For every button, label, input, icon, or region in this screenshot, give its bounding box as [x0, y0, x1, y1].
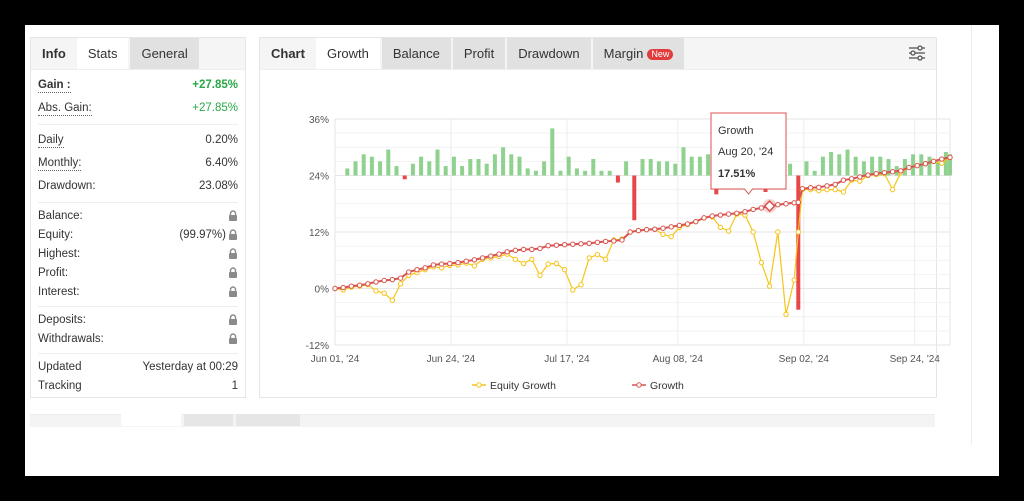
divider [38, 202, 238, 203]
bottom-tab[interactable] [121, 414, 181, 426]
daily-label: Daily [38, 134, 64, 148]
monthly-label: Monthly: [38, 157, 82, 171]
deposits-label: Deposits: [38, 314, 86, 326]
stats-panel: Info Stats General Gain : +27.85% Abs. G… [30, 37, 246, 398]
sliders-icon[interactable] [908, 45, 926, 61]
tab-balance[interactable]: Balance [381, 38, 451, 69]
monthly-value: 6.40% [205, 157, 238, 169]
highest-label: Highest: [38, 248, 81, 260]
lock-icon [226, 245, 238, 264]
tab-margin-label: Margin [603, 46, 644, 61]
divider [38, 124, 238, 125]
drawdown-value: 23.08% [198, 180, 238, 192]
updated-value: Yesterday at 00:29 [142, 361, 238, 373]
gain-value: +27.85% [192, 79, 238, 91]
bottom-tab[interactable] [184, 414, 233, 426]
drawdown-label: Drawdown: [38, 180, 96, 192]
drawdown-row: Drawdown: 23.08% [38, 175, 238, 198]
updated-label: Updated [38, 361, 82, 373]
abs-gain-value: +27.85% [192, 102, 238, 114]
withdrawals-row: Withdrawals: [38, 330, 238, 349]
chart-panel: Chart Growth Balance Profit Drawdown Mar… [259, 37, 937, 398]
lock-icon [226, 330, 238, 349]
lock-icon [226, 207, 238, 226]
interest-row: Interest: [38, 283, 238, 302]
tab-general[interactable]: General [130, 38, 199, 69]
scrollbar-track[interactable] [971, 25, 972, 445]
tab-stats[interactable]: Stats [76, 38, 129, 69]
lock-icon [226, 229, 238, 241]
gain-row: Gain : +27.85% [38, 74, 238, 97]
bottom-tab[interactable] [236, 414, 300, 426]
tracking-label: Tracking [38, 380, 82, 392]
stats-tabs: Info Stats General [31, 38, 245, 70]
divider [38, 353, 238, 354]
tracking-row: Tracking 1 [38, 377, 238, 396]
lock-icon [226, 283, 238, 302]
tab-chart[interactable]: Chart [260, 38, 316, 69]
balance-row: Balance: [38, 207, 238, 226]
tab-growth[interactable]: Growth [315, 38, 380, 69]
balance-label: Balance: [38, 210, 83, 222]
profit-label: Profit: [38, 267, 69, 279]
equity-row: Equity: (99.97%) [38, 226, 238, 245]
lock-icon [226, 264, 238, 283]
monthly-row: Monthly: 6.40% [38, 152, 238, 175]
tracking-value: 1 [231, 380, 238, 392]
abs-gain-label: Abs. Gain: [38, 102, 92, 116]
abs-gain-row: Abs. Gain: +27.85% [38, 97, 238, 120]
daily-row: Daily 0.20% [38, 129, 238, 152]
divider [38, 306, 238, 307]
gain-label: Gain : [38, 79, 71, 93]
lock-icon [226, 311, 238, 330]
equity-label: Equity: [38, 229, 74, 241]
new-badge: New [647, 49, 674, 61]
equity-value: (99.97%) [179, 229, 226, 241]
tab-drawdown[interactable]: Drawdown [507, 38, 591, 69]
tab-margin[interactable]: Margin New [592, 38, 685, 69]
interest-label: Interest: [38, 286, 80, 298]
withdrawals-label: Withdrawals: [38, 333, 104, 345]
deposits-row: Deposits: [38, 311, 238, 330]
tab-profit[interactable]: Profit [452, 38, 506, 69]
updated-row: Updated Yesterday at 00:29 [38, 358, 238, 377]
tab-info[interactable]: Info [31, 38, 77, 69]
chart-tabs: Chart Growth Balance Profit Drawdown Mar… [260, 38, 936, 70]
profit-row: Profit: [38, 264, 238, 283]
highest-row: Highest: [38, 245, 238, 264]
daily-value: 0.20% [205, 134, 238, 146]
